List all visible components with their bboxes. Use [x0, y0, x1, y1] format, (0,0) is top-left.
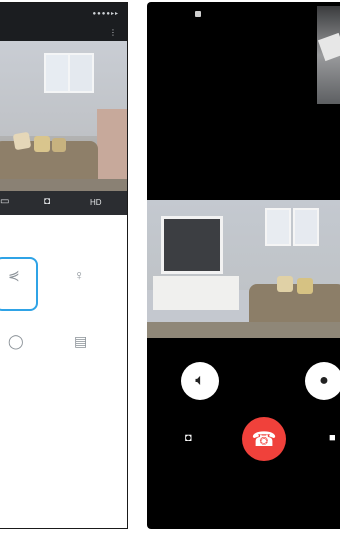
hd-icon[interactable]: HD [90, 198, 102, 207]
grid-icon[interactable]: ▤ [74, 333, 87, 350]
scene-window [293, 208, 319, 246]
scene-window [68, 53, 94, 93]
selected-feature-card[interactable] [0, 257, 38, 311]
feature-tabs [0, 227, 127, 241]
camera-icon[interactable]: ◘ [44, 196, 50, 207]
scene-floor [147, 322, 340, 338]
camera-live-view[interactable] [0, 41, 127, 191]
mic-icon: ● [319, 372, 329, 389]
switch-icon[interactable]: ■ [329, 432, 336, 444]
speaker-button[interactable]: 🔈︎ [181, 362, 219, 400]
speaker-icon: 🔈︎ [195, 372, 205, 389]
rotate-icon[interactable]: ◯ [8, 333, 24, 350]
scene-cushion [297, 278, 313, 294]
bulb-icon[interactable]: ♀ [74, 267, 85, 283]
mic-button[interactable]: ● [305, 362, 340, 400]
scene-tv [161, 216, 223, 274]
scene-window [44, 53, 70, 93]
remote-camera-view[interactable] [147, 200, 340, 338]
status-indicator [195, 11, 201, 17]
video-control-bar: ▭ ◘ HD [0, 191, 127, 215]
scene-cabinet [153, 276, 239, 310]
scene-cushion [12, 131, 32, 151]
scene-couch [249, 284, 340, 324]
scene-floor [0, 179, 127, 191]
scene-cushion [277, 276, 293, 292]
camera-icon[interactable]: ◘ [185, 432, 192, 444]
scene-cushion [34, 136, 50, 152]
scene-window [265, 208, 291, 246]
hangup-icon: ☎ [251, 428, 277, 451]
left-phone-screen: ●●●●▸▸ ⋮ ▭ ◘ HD ⋞ ♀ ◯ ▤ [0, 2, 128, 529]
scene-cushion [52, 138, 66, 152]
pip-scene [317, 32, 340, 62]
status-bar: ●●●●▸▸ [0, 3, 127, 27]
app-bar: ⋮ [0, 27, 127, 41]
right-phone-screen: 🔈︎ ● ◘ ☎ ■ [147, 2, 340, 529]
signal-indicator: ●●●●▸▸ [92, 11, 119, 17]
hangup-button[interactable]: ☎ [242, 417, 286, 461]
scene-shelf [97, 109, 127, 179]
self-view-pip[interactable] [317, 6, 340, 104]
more-icon[interactable]: ⋮ [109, 28, 117, 37]
share-icon[interactable]: ⋞ [8, 267, 20, 284]
screenshot-icon[interactable]: ▭ [0, 196, 9, 207]
